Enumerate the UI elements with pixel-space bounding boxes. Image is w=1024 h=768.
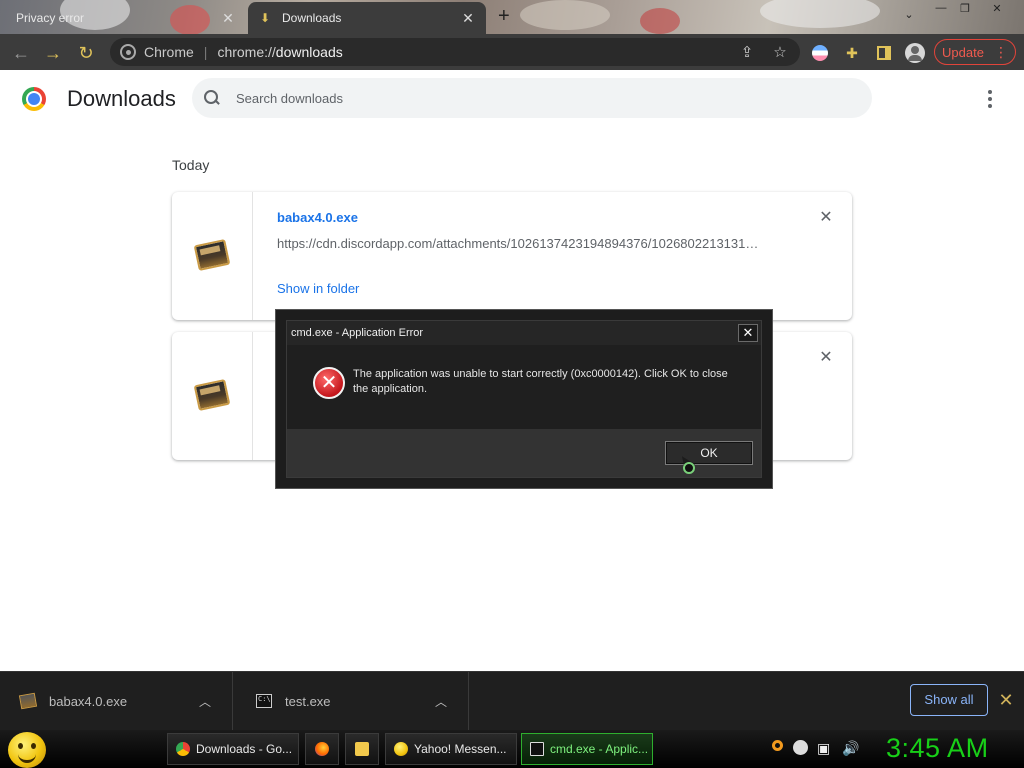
start-button[interactable] — [8, 732, 46, 768]
remove-download-icon[interactable]: ✕ — [817, 349, 835, 367]
wallpaper-splash — [640, 8, 680, 34]
more-menu-icon: ⋮ — [993, 44, 1008, 60]
chevron-up-icon[interactable]: ︿ — [198, 693, 212, 710]
tab-title: Privacy error — [16, 11, 85, 25]
more-actions-icon[interactable] — [982, 90, 998, 108]
search-icon[interactable] — [204, 90, 220, 106]
download-icon: ⬇ — [259, 11, 271, 25]
cmd-icon — [530, 742, 544, 756]
dialog-body: ✕ The application was unable to start co… — [287, 345, 761, 429]
remove-download-icon[interactable]: ✕ — [817, 209, 835, 227]
volume-icon[interactable]: 🔊 — [842, 740, 859, 756]
taskbar-item-explorer[interactable] — [345, 733, 379, 765]
dialog-title: cmd.exe - Application Error — [291, 327, 424, 339]
folder-icon — [355, 742, 369, 756]
tab-privacy-error[interactable]: Privacy error ✕ — [6, 2, 246, 34]
taskbar-item-firefox[interactable] — [305, 733, 339, 765]
busy-cursor-icon — [683, 462, 695, 474]
tab-close-icon[interactable]: ✕ — [220, 10, 236, 27]
task-label: Yahoo! Messen... — [414, 742, 507, 756]
taskbar-item-cmd[interactable]: cmd.exe - Applic... — [521, 733, 653, 765]
dialog-close-icon[interactable]: ✕ — [738, 324, 758, 342]
download-item: babax4.0.exe https://cdn.discordapp.com/… — [172, 192, 852, 320]
bookmark-star-icon[interactable]: ☆ — [770, 43, 790, 61]
error-icon: ✕ — [313, 367, 345, 399]
maximize-button[interactable]: ❐ — [954, 2, 976, 16]
exe-file-icon — [193, 238, 231, 272]
search-bar[interactable] — [192, 78, 872, 118]
site-chip-label: Chrome — [144, 44, 194, 60]
side-panel-icon[interactable] — [874, 43, 894, 63]
reload-icon[interactable]: ↻ — [75, 42, 97, 64]
forward-arrow-icon[interactable]: → — [42, 42, 64, 64]
dialog-frame: cmd.exe - Application Error ✕ ✕ The appl… — [286, 320, 762, 478]
extensions-puzzle-icon[interactable]: ✚ — [842, 43, 862, 63]
download-file-name[interactable]: babax4.0.exe — [277, 210, 358, 225]
shelf-item-babax[interactable]: babax4.0.exe ︿ — [0, 672, 233, 730]
firefox-icon — [315, 742, 329, 756]
shelf-item-name: test.exe — [285, 693, 331, 709]
url-text: chrome://downloads — [217, 44, 343, 60]
separator: | — [203, 44, 208, 60]
tab-strip: Privacy error ✕ ⬇ Downloads ✕ + ⌄ — ❐ ✕ — [0, 0, 1024, 34]
application-error-dialog: cmd.exe - Application Error ✕ ✕ The appl… — [275, 309, 773, 489]
taskbar-clock[interactable]: 3:45 AM — [886, 733, 989, 764]
tab-search-chevron-icon[interactable]: ⌄ — [898, 8, 920, 22]
chevron-up-icon[interactable]: ︿ — [434, 693, 448, 710]
taskbar: Downloads - Go... Yahoo! Messen... cmd.e… — [0, 730, 1024, 768]
chrome-icon — [176, 742, 190, 756]
shelf-item-test[interactable]: test.exe ︿ — [236, 672, 469, 730]
browser-toolbar: ← → ↻ Chrome | chrome://downloads ⇪ ☆ ✚ … — [0, 34, 1024, 70]
search-input[interactable] — [236, 90, 836, 106]
update-button[interactable]: Update ⋮ — [934, 39, 1016, 65]
task-label: cmd.exe - Applic... — [550, 742, 649, 756]
download-icon-column — [172, 332, 253, 460]
page-title: Downloads — [67, 86, 176, 111]
download-source-url[interactable]: https://cdn.discordapp.com/attachments/1… — [277, 236, 777, 251]
tab-downloads[interactable]: ⬇ Downloads ✕ — [248, 2, 486, 34]
download-shelf: babax4.0.exe ︿ test.exe ︿ Show all ✕ — [0, 671, 1024, 730]
address-bar[interactable]: Chrome | chrome://downloads — [110, 38, 800, 66]
network-icon[interactable]: ▣ — [817, 740, 833, 756]
new-tab-button[interactable]: + — [498, 6, 510, 26]
tab-title: Downloads — [282, 11, 342, 25]
window-close-button[interactable]: ✕ — [986, 2, 1008, 16]
back-arrow-icon[interactable]: ← — [10, 42, 32, 64]
exe-file-icon — [193, 378, 231, 412]
minimize-button[interactable]: — — [930, 2, 952, 16]
wallpaper-splash — [760, 0, 880, 28]
chrome-logo-icon — [22, 87, 46, 111]
downloads-header: Downloads — [0, 70, 1024, 130]
taskbar-item-yahoo[interactable]: Yahoo! Messen... — [385, 733, 517, 765]
shelf-item-name: babax4.0.exe — [49, 693, 128, 709]
update-label: Update — [942, 44, 984, 60]
show-all-button[interactable]: Show all — [910, 684, 988, 716]
show-in-folder-link[interactable]: Show in folder — [277, 281, 359, 296]
task-label: Downloads - Go... — [196, 742, 293, 756]
tab-close-icon[interactable]: ✕ — [460, 10, 476, 27]
download-icon-column — [172, 192, 253, 320]
share-icon[interactable]: ⇪ — [737, 43, 757, 61]
search-magnifier-icon[interactable] — [768, 740, 784, 756]
error-message: The application was unable to start corr… — [353, 368, 728, 395]
yahoo-messenger-icon — [394, 742, 408, 756]
taskbar-item-chrome[interactable]: Downloads - Go... — [167, 733, 299, 765]
wallpaper-splash — [520, 0, 610, 30]
chrome-site-icon[interactable] — [120, 44, 136, 60]
exe-file-icon — [18, 692, 38, 710]
account-avatar[interactable] — [905, 43, 925, 63]
close-shelf-icon[interactable]: ✕ — [996, 690, 1016, 710]
date-heading: Today — [172, 157, 210, 173]
messenger-tray-icon[interactable] — [793, 740, 809, 756]
profile-flag-icon[interactable] — [810, 43, 830, 63]
cmd-file-icon — [256, 694, 272, 708]
